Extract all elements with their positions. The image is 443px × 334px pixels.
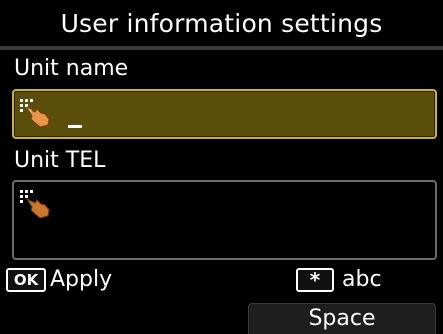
unit-name-field[interactable] <box>12 89 437 139</box>
text-cursor <box>68 125 82 128</box>
touch-hand-icon <box>20 99 50 128</box>
star-key-icon[interactable]: * <box>296 268 334 292</box>
title-divider <box>0 46 443 50</box>
input-mode-label: abc <box>342 267 382 292</box>
softkey-bar: OK Apply * abc <box>0 264 443 300</box>
space-button[interactable]: Space <box>248 303 436 334</box>
ok-key-icon[interactable]: OK <box>6 268 46 292</box>
printer-lcd-screen: User information settings Unit name Unit… <box>0 0 443 334</box>
unit-tel-field[interactable] <box>12 180 437 260</box>
touch-hand-icon <box>20 190 50 219</box>
apply-label: Apply <box>50 267 113 292</box>
screen-title: User information settings <box>60 9 383 38</box>
unit-tel-label: Unit TEL <box>14 148 106 173</box>
unit-name-label: Unit name <box>14 56 129 81</box>
